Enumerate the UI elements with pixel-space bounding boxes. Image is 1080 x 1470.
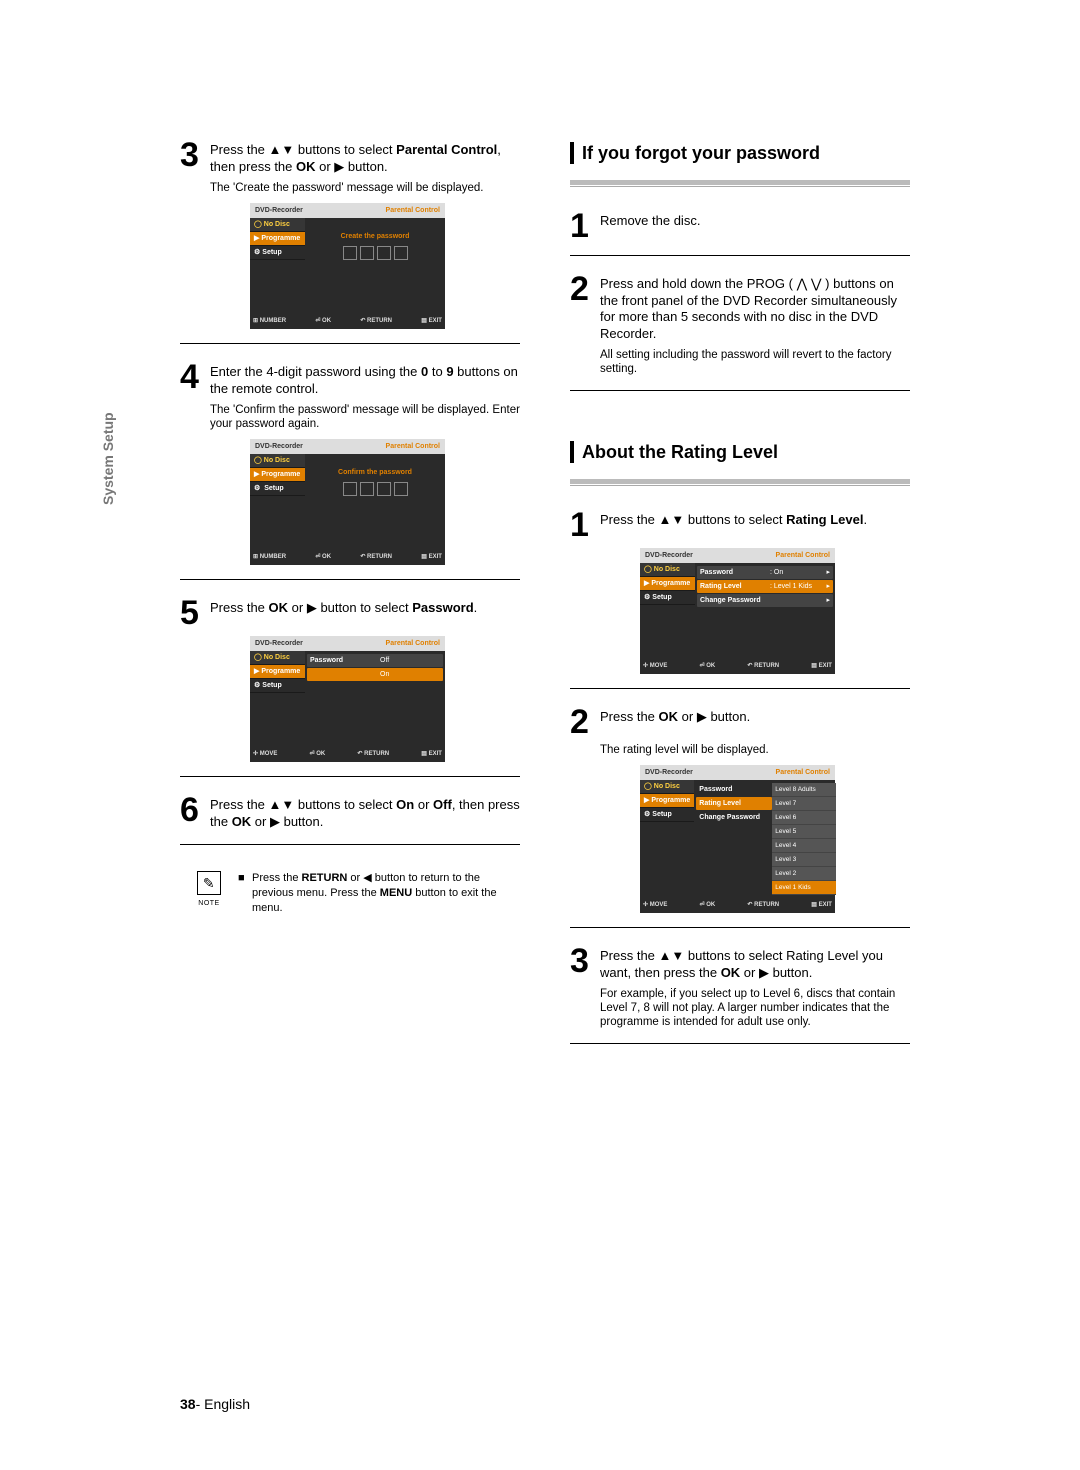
divider [180, 844, 520, 845]
prog-down-icon: ⋁ [811, 276, 822, 291]
side-tab-label: System Setup [100, 412, 116, 505]
step-text: Press the OK or ▶ button. [600, 707, 750, 737]
rating-step-3: 3 Press the ▲▼ buttons to select Rating … [570, 946, 910, 981]
divider [570, 927, 910, 928]
right-column: If you forgot your password 1 Remove the… [570, 140, 910, 1062]
step-text: Press the ▲▼ buttons to select Parental … [210, 140, 520, 175]
rating-step-3-subtext: For example, if you select up to Level 6… [600, 987, 910, 1029]
divider [570, 255, 910, 256]
step-4-subtext: The 'Confirm the password' message will … [210, 403, 520, 431]
step-text: Enter the 4-digit password using the 0 t… [210, 362, 520, 397]
step-3-subtext: The 'Create the password' message will b… [210, 181, 520, 195]
forgot-step-1: 1 Remove the disc. [570, 211, 910, 241]
divider [570, 1043, 910, 1044]
manual-page: System Setup 3 Press the ▲▼ buttons to s… [0, 0, 1080, 1470]
section-heading-forgot: If you forgot your password [570, 142, 910, 164]
prog-up-icon: ⋀ [797, 276, 808, 291]
osd-password-on-off: DVD-RecorderParental Control ◯ No Disc P… [250, 636, 445, 762]
divider [180, 343, 520, 344]
osd-create-password: DVD-RecorderParental Control ◯ No Disc P… [250, 203, 445, 329]
step-number: 1 [570, 211, 600, 241]
left-column: 3 Press the ▲▼ buttons to select Parenta… [180, 140, 520, 1062]
rating-level-dropdown: Level 8 Adults Level 7 Level 6 Level 5 L… [772, 783, 836, 895]
note-block: ✎ NOTE ■ Press the RETURN or ◀ button to… [180, 871, 520, 916]
step-text: Press the ▲▼ buttons to select Rating Le… [600, 946, 910, 981]
step-number: 2 [570, 707, 600, 737]
step-text: Press the ▲▼ buttons to select On or Off… [210, 795, 520, 830]
divider [180, 579, 520, 580]
step-text: Press the OK or ▶ button to select Passw… [210, 598, 477, 628]
step-6: 6 Press the ▲▼ buttons to select On or O… [180, 795, 520, 830]
step-number: 4 [180, 362, 210, 397]
divider [180, 776, 520, 777]
section-heading-rating: About the Rating Level [570, 441, 910, 463]
step-text: Remove the disc. [600, 211, 700, 241]
step-number: 3 [570, 946, 600, 981]
step-number: 1 [570, 510, 600, 540]
step-number: 2 [570, 274, 600, 342]
forgot-step-2-subtext: All setting including the password will … [600, 348, 910, 376]
content-columns: 3 Press the ▲▼ buttons to select Parenta… [180, 140, 925, 1062]
bullet-icon: ■ [238, 871, 252, 886]
section-rule [570, 479, 910, 486]
step-number: 6 [180, 795, 210, 830]
osd-rating-level: DVD-RecorderParental Control ◯ No Disc P… [640, 548, 835, 674]
forgot-step-2: 2 Press and hold down the PROG ( ⋀ ⋁ ) b… [570, 274, 910, 342]
rating-step-2-subtext: The rating level will be displayed. [600, 743, 910, 757]
step-4: 4 Enter the 4-digit password using the 0… [180, 362, 520, 397]
step-text: Press the ▲▼ buttons to select Rating Le… [600, 510, 867, 540]
divider [570, 390, 910, 391]
note-icon: ✎ NOTE [180, 871, 238, 911]
rating-step-2: 2 Press the OK or ▶ button. [570, 707, 910, 737]
note-text: Press the RETURN or ◀ button to return t… [252, 871, 520, 916]
step-text: Press and hold down the PROG ( ⋀ ⋁ ) but… [600, 274, 910, 342]
step-number: 3 [180, 140, 210, 175]
step-3: 3 Press the ▲▼ buttons to select Parenta… [180, 140, 520, 175]
step-5: 5 Press the OK or ▶ button to select Pas… [180, 598, 520, 628]
step-number: 5 [180, 598, 210, 628]
divider [570, 688, 910, 689]
osd-rating-dropdown: DVD-RecorderParental Control ◯ No Disc P… [640, 765, 835, 913]
page-footer: 38- English [180, 1396, 250, 1412]
osd-confirm-password: DVD-RecorderParental Control ◯ No Disc P… [250, 439, 445, 565]
rating-step-1: 1 Press the ▲▼ buttons to select Rating … [570, 510, 910, 540]
section-rule [570, 180, 910, 187]
